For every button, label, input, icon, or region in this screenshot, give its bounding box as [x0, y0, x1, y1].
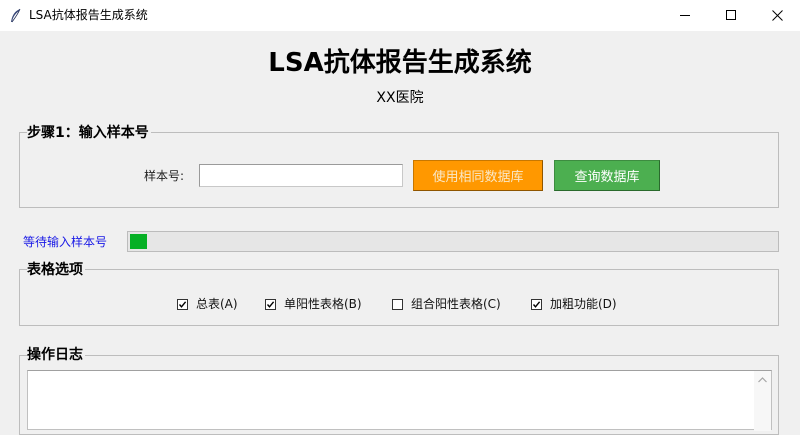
close-icon	[772, 10, 783, 21]
table-options-group-label: 表格选项	[27, 261, 85, 279]
close-button[interactable]	[754, 0, 800, 31]
feather-icon	[11, 8, 21, 23]
checkbox-box[interactable]	[177, 298, 188, 310]
scroll-up-arrow-icon[interactable]	[758, 377, 767, 383]
checkbox-box[interactable]	[531, 298, 542, 310]
hospital-name: XX医院	[376, 90, 424, 106]
window-title: LSA抗体报告生成系统	[29, 8, 148, 22]
log-textarea[interactable]	[27, 370, 772, 431]
minimize-icon	[680, 15, 690, 16]
checkbox-single-positive-table[interactable]: 单阳性表格(B)	[265, 296, 362, 312]
checkbox-label: 组合阳性表格(C)	[411, 297, 501, 311]
checkbox-box[interactable]	[265, 298, 276, 310]
step1-group-label: 步骤1：输入样本号	[27, 124, 151, 142]
progress-bar	[127, 231, 779, 252]
status-text: 等待输入样本号	[23, 235, 108, 249]
maximize-icon	[726, 10, 736, 20]
minimize-button[interactable]	[662, 0, 708, 31]
window-titlebar: LSA抗体报告生成系统	[0, 0, 800, 31]
checkbox-summary-table[interactable]: 总表(A)	[177, 296, 238, 312]
checkmark-icon	[178, 300, 187, 308]
checkbox-combined-positive-table[interactable]: 组合阳性表格(C)	[392, 296, 501, 312]
checkbox-label: 单阳性表格(B)	[284, 297, 362, 311]
query-database-button[interactable]: 查询数据库	[554, 160, 660, 191]
maximize-button[interactable]	[708, 0, 754, 31]
sample-number-input[interactable]	[199, 164, 403, 187]
checkbox-box[interactable]	[392, 298, 403, 310]
checkbox-bold-feature[interactable]: 加粗功能(D)	[531, 296, 617, 312]
use-same-database-button[interactable]: 使用相同数据库	[413, 160, 543, 191]
checkbox-label: 加粗功能(D)	[550, 297, 617, 311]
app-title: LSA抗体报告生成系统	[268, 48, 532, 78]
log-scrollbar[interactable]	[754, 371, 771, 431]
progress-fill	[130, 234, 147, 249]
checkbox-label: 总表(A)	[196, 297, 238, 311]
checkmark-icon	[266, 300, 275, 308]
sample-number-label: 样本号:	[144, 169, 185, 183]
log-group-label: 操作日志	[27, 346, 85, 364]
checkmark-icon	[532, 300, 541, 308]
